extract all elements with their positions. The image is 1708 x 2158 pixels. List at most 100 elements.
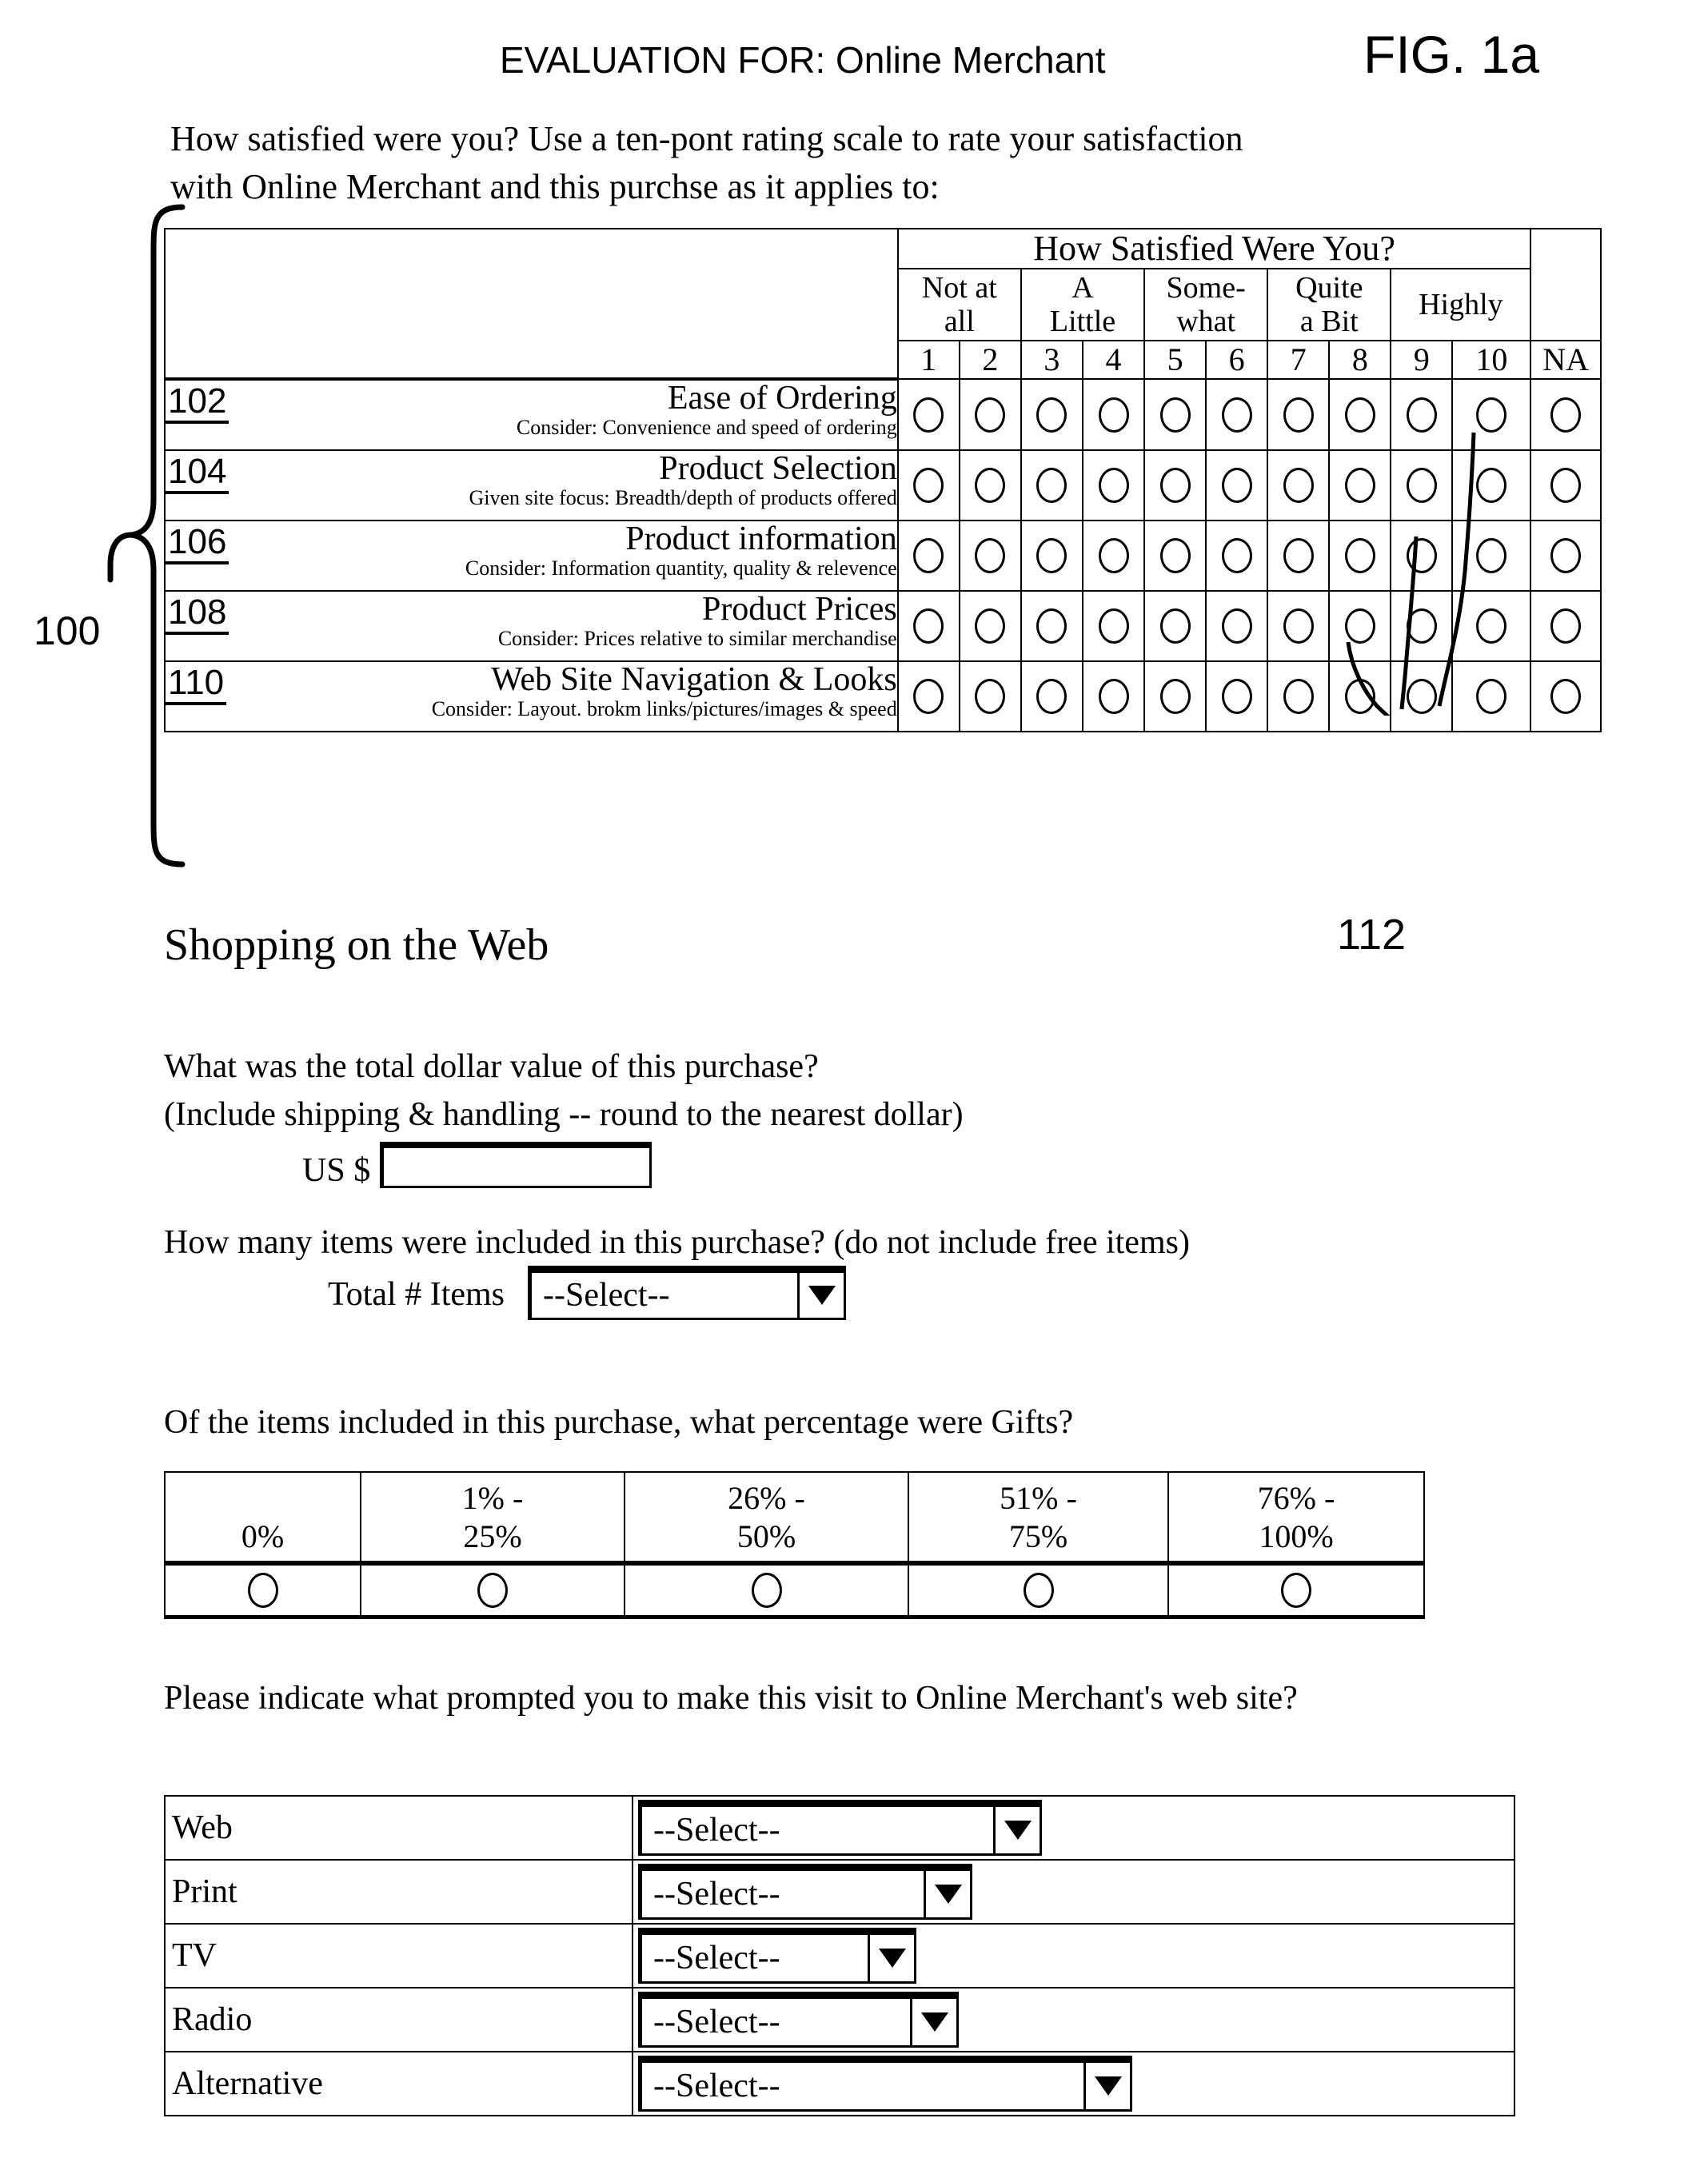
radio-button[interactable]	[1476, 679, 1507, 714]
radio-button[interactable]	[1283, 679, 1314, 714]
chevron-down-icon[interactable]	[993, 1807, 1040, 1853]
radio-button-na[interactable]	[1550, 679, 1582, 714]
radio-button[interactable]	[1098, 679, 1129, 714]
radio-button[interactable]	[1098, 468, 1129, 503]
rating-radio-cell[interactable]	[1081, 449, 1146, 521]
rating-radio-cell[interactable]	[896, 378, 960, 451]
rating-radio-cell[interactable]	[1451, 590, 1532, 662]
rating-radio-cell[interactable]	[896, 660, 960, 732]
rating-radio-cell[interactable]	[1020, 520, 1083, 592]
rating-radio-cell[interactable]	[958, 449, 1022, 521]
rating-radio-cell[interactable]	[1143, 449, 1207, 521]
radio-button[interactable]	[1023, 1573, 1054, 1608]
rating-radio-cell[interactable]	[1530, 660, 1602, 732]
radio-button[interactable]	[913, 538, 944, 573]
radio-button[interactable]	[1476, 468, 1507, 503]
rating-radio-cell[interactable]	[1205, 520, 1269, 592]
radio-button[interactable]	[913, 608, 944, 644]
radio-button[interactable]	[1476, 608, 1507, 644]
rating-radio-cell[interactable]	[1205, 590, 1269, 662]
rating-radio-cell[interactable]	[1267, 590, 1331, 662]
radio-button[interactable]	[1283, 538, 1314, 573]
radio-button[interactable]	[1476, 538, 1507, 573]
prompt-source-select[interactable]: --Select--	[638, 1992, 959, 2048]
chevron-down-icon[interactable]	[868, 1935, 914, 1981]
radio-button[interactable]	[1036, 397, 1068, 433]
radio-button[interactable]	[1344, 679, 1375, 714]
rating-radio-cell[interactable]	[1451, 378, 1532, 451]
radio-button[interactable]	[1406, 538, 1437, 573]
rating-radio-cell[interactable]	[1143, 378, 1207, 451]
rating-radio-cell[interactable]	[1205, 378, 1269, 451]
chevron-down-icon[interactable]	[797, 1273, 844, 1318]
radio-button[interactable]	[1221, 468, 1252, 503]
radio-button[interactable]	[1098, 538, 1129, 573]
radio-button-na[interactable]	[1550, 608, 1582, 644]
rating-radio-cell[interactable]	[958, 590, 1022, 662]
rating-radio-cell[interactable]	[1328, 378, 1392, 451]
radio-button-na[interactable]	[1550, 538, 1582, 573]
rating-radio-cell[interactable]	[1205, 449, 1269, 521]
total-items-select[interactable]: --Select--	[528, 1266, 846, 1320]
radio-button[interactable]	[1476, 397, 1507, 433]
rating-radio-cell[interactable]	[1143, 520, 1207, 592]
radio-button[interactable]	[1406, 679, 1437, 714]
rating-radio-cell[interactable]	[1205, 660, 1269, 732]
radio-button[interactable]	[1221, 679, 1252, 714]
radio-button[interactable]	[1344, 608, 1375, 644]
radio-button[interactable]	[1159, 468, 1191, 503]
radio-button[interactable]	[1221, 538, 1252, 573]
radio-button[interactable]	[975, 397, 1006, 433]
rating-radio-cell[interactable]	[1390, 378, 1454, 451]
rating-radio-cell[interactable]	[1267, 520, 1331, 592]
rating-radio-cell[interactable]	[1451, 449, 1532, 521]
radio-button[interactable]	[1281, 1573, 1311, 1608]
rating-radio-cell[interactable]	[1451, 660, 1532, 732]
rating-radio-cell[interactable]	[1530, 520, 1602, 592]
rating-radio-cell[interactable]	[1267, 660, 1331, 732]
gift-radio-cell-2[interactable]	[624, 1562, 909, 1619]
gift-radio-cell-3[interactable]	[908, 1562, 1169, 1619]
prompt-source-select[interactable]: --Select--	[638, 1864, 972, 1920]
radio-button[interactable]	[1283, 608, 1314, 644]
radio-button[interactable]	[1283, 468, 1314, 503]
rating-radio-cell[interactable]	[1328, 660, 1392, 732]
prompt-source-select[interactable]: --Select--	[638, 1800, 1042, 1856]
rating-radio-cell[interactable]	[896, 520, 960, 592]
gift-radio-cell-0[interactable]	[164, 1562, 361, 1619]
rating-radio-cell[interactable]	[1530, 590, 1602, 662]
rating-radio-cell[interactable]	[1328, 520, 1392, 592]
radio-button[interactable]	[1036, 608, 1068, 644]
rating-radio-cell[interactable]	[1267, 378, 1331, 451]
rating-radio-cell[interactable]	[1390, 590, 1454, 662]
rating-radio-cell[interactable]	[1081, 378, 1146, 451]
rating-radio-cell[interactable]	[1020, 590, 1083, 662]
rating-radio-cell[interactable]	[1451, 520, 1532, 592]
radio-button[interactable]	[1098, 608, 1129, 644]
radio-button[interactable]	[1344, 468, 1375, 503]
radio-button[interactable]	[1098, 397, 1129, 433]
radio-button[interactable]	[913, 468, 944, 503]
radio-button[interactable]	[1159, 679, 1191, 714]
chevron-down-icon[interactable]	[910, 1999, 956, 2045]
rating-radio-cell[interactable]	[958, 660, 1022, 732]
rating-radio-cell[interactable]	[896, 590, 960, 662]
rating-radio-cell[interactable]	[1328, 449, 1392, 521]
rating-radio-cell[interactable]	[1143, 590, 1207, 662]
gift-radio-cell-1[interactable]	[360, 1562, 625, 1619]
radio-button[interactable]	[1159, 538, 1191, 573]
radio-button[interactable]	[247, 1573, 278, 1608]
chevron-down-icon[interactable]	[924, 1871, 970, 1917]
radio-button[interactable]	[1221, 608, 1252, 644]
rating-radio-cell[interactable]	[958, 378, 1022, 451]
rating-radio-cell[interactable]	[1081, 660, 1146, 732]
rating-radio-cell[interactable]	[1020, 660, 1083, 732]
gift-radio-cell-4[interactable]	[1167, 1562, 1425, 1619]
radio-button[interactable]	[1344, 397, 1375, 433]
rating-radio-cell[interactable]	[1530, 449, 1602, 521]
rating-radio-cell[interactable]	[1081, 520, 1146, 592]
radio-button[interactable]	[1159, 608, 1191, 644]
rating-radio-cell[interactable]	[1020, 378, 1083, 451]
radio-button[interactable]	[1221, 397, 1252, 433]
rating-radio-cell[interactable]	[1328, 590, 1392, 662]
